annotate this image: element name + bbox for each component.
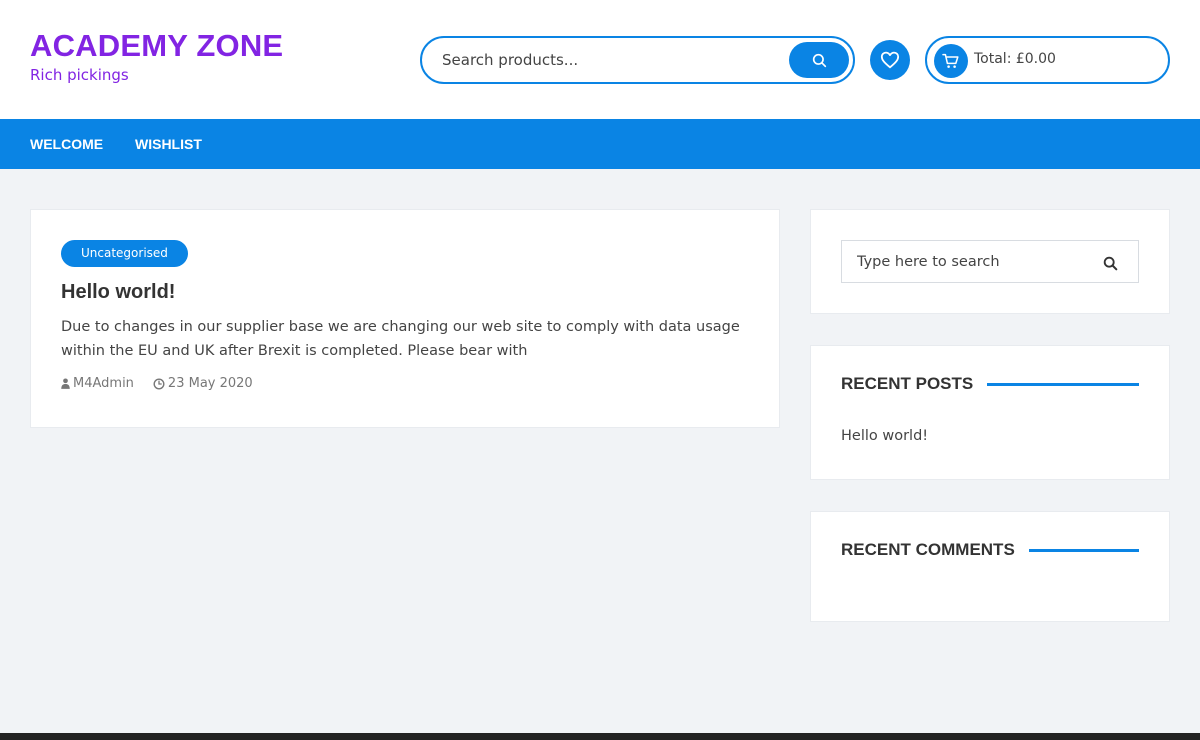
post-author: M4Admin [73,376,134,391]
site-header: ACADEMY ZONE Rich pickings Total: £0.00 [0,0,1200,119]
nav-item-wishlist[interactable]: WISHLIST [135,136,202,152]
recent-posts-widget: RECENT POSTS Hello world! [810,345,1170,480]
site-tagline: Rich pickings [30,66,129,84]
widget-header: RECENT COMMENTS [841,540,1139,560]
post-date-link[interactable]: 23 May 2020 [153,376,253,391]
recent-comments-title: RECENT COMMENTS [841,540,1015,559]
sidebar-search-widget [810,209,1170,314]
cart-icon [942,53,959,68]
post-card: Uncategorised Hello world! Due to change… [30,209,780,428]
product-search-input[interactable] [442,48,782,72]
post-date: 23 May 2020 [167,376,253,391]
recent-post-link[interactable]: Hello world! [841,428,928,444]
product-search-form [420,36,855,84]
search-icon [1103,256,1117,270]
wishlist-button[interactable] [870,40,910,80]
product-search-button[interactable] [789,42,849,78]
main-navigation: WELCOME WISHLIST [0,119,1200,169]
sidebar-search-input[interactable] [857,252,1087,272]
cart-button[interactable]: Total: £0.00 [925,36,1170,84]
widget-title-divider [1028,548,1139,552]
post-excerpt: Due to changes in our supplier base we a… [61,319,740,359]
recent-posts-title: RECENT POSTS [841,374,974,393]
sidebar-search-button[interactable] [1100,253,1120,273]
post-title[interactable]: Hello world! [61,281,175,304]
cart-icon-badge [934,44,968,78]
nav-item-welcome[interactable]: WELCOME [30,136,103,152]
category-badge[interactable]: Uncategorised [61,240,188,267]
sidebar-search-form [841,240,1139,283]
footer-bar [0,733,1200,740]
widget-header: RECENT POSTS [841,374,1139,394]
user-icon [61,378,70,389]
recent-comments-widget: RECENT COMMENTS [810,511,1170,622]
clock-icon [153,377,165,390]
post-author-link[interactable]: M4Admin [61,376,134,391]
heart-icon [880,51,900,69]
cart-total: Total: £0.00 [974,51,1056,67]
post-meta: M4Admin 23 May 2020 [61,376,253,391]
search-icon [812,53,826,67]
branding: ACADEMY ZONE Rich pickings [30,28,283,84]
site-title[interactable]: ACADEMY ZONE [30,28,283,64]
widget-title-divider [987,382,1139,386]
